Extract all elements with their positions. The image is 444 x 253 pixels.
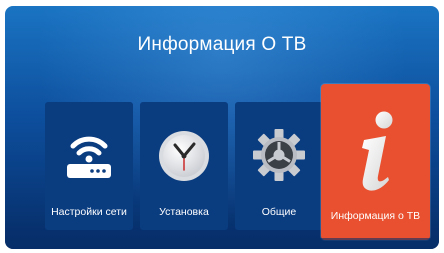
menu-tile-label: Настройки сети: [51, 206, 127, 218]
menu-tile-label: Общие: [261, 206, 297, 218]
menu-tile-label: Информация о ТВ: [330, 210, 421, 222]
info-icon: [361, 111, 392, 191]
tv-settings-screen: Информация О ТВ Настройки сети Установка…: [5, 6, 439, 249]
menu-tile-network-settings[interactable]: Настройки сети: [45, 102, 133, 230]
menu-tile-label: Установка: [159, 206, 209, 218]
page-title: Информация О ТВ: [137, 34, 307, 55]
router-wifi-icon: [67, 136, 111, 178]
menu-tile-installation[interactable]: Установка: [140, 102, 228, 230]
menu-tile-general[interactable]: Общие: [235, 102, 323, 230]
bottom-band: [5, 238, 439, 249]
menu-tile-tv-information[interactable]: Информация о ТВ: [321, 84, 430, 240]
clock-icon: [159, 131, 209, 181]
gear-icon: [253, 129, 305, 181]
